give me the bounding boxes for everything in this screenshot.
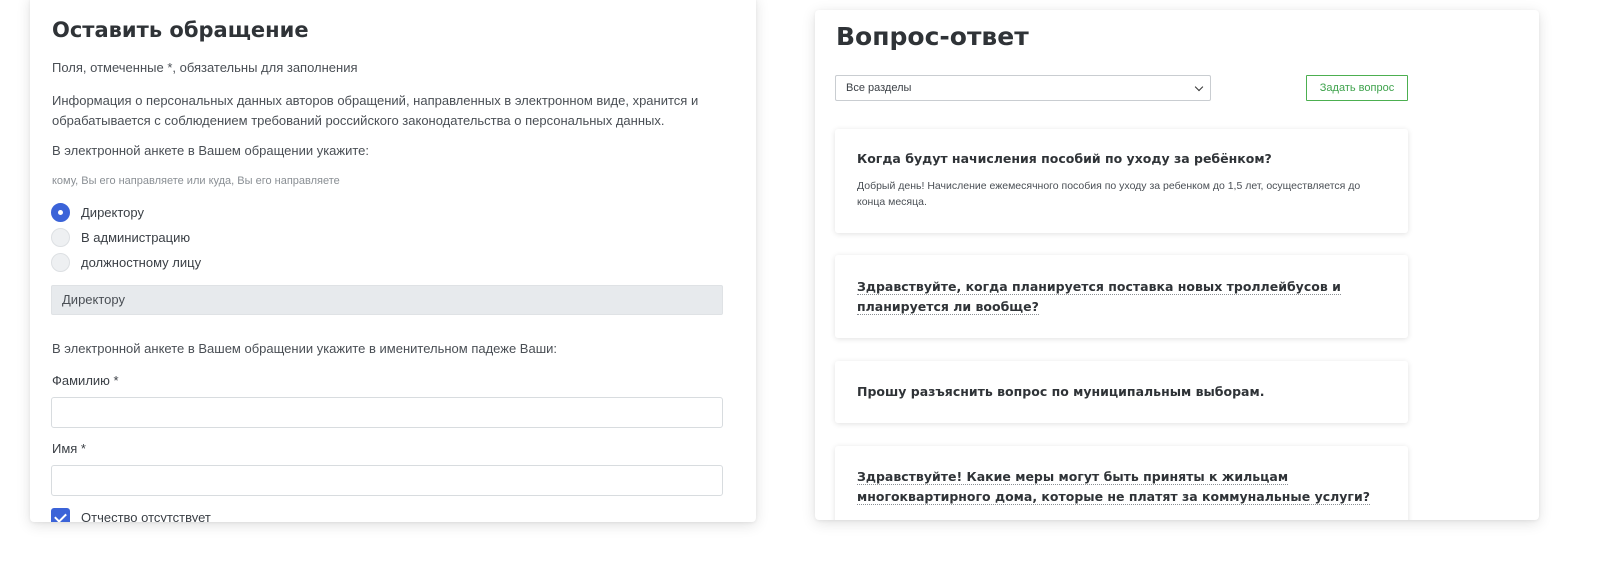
faq-item[interactable]: Прошу разъяснить вопрос по муниципальным…: [835, 361, 1408, 423]
appeal-form-title: Оставить обращение: [52, 18, 309, 42]
chevron-down-icon: [1194, 82, 1204, 92]
section-select-value: Все разделы: [846, 82, 912, 94]
radio-label: должностному лицу: [81, 254, 202, 270]
recipient-option-administration[interactable]: В администрацию: [51, 227, 190, 247]
faq-panel: Вопрос-ответ Все разделы Задать вопрос К…: [815, 10, 1539, 520]
radio-icon[interactable]: [51, 227, 70, 247]
faq-item[interactable]: Когда будут начисления пособий по уходу …: [835, 129, 1408, 233]
privacy-note: Информация о персональных данных авторов…: [52, 93, 699, 128]
ask-question-button[interactable]: Задать вопрос: [1306, 75, 1408, 101]
recipient-hint: кому, Вы его направляете или куда, Вы ег…: [52, 175, 340, 187]
section-select[interactable]: Все разделы: [835, 75, 1211, 101]
recipient-readonly-field: Директору: [51, 285, 723, 315]
surname-input[interactable]: [51, 397, 723, 428]
recipient-option-director[interactable]: Директору: [51, 202, 144, 222]
surname-label: Фамилию *: [52, 373, 119, 388]
radio-label: Директору: [81, 204, 144, 220]
recipient-option-official[interactable]: должностному лицу: [51, 252, 201, 272]
faq-question[interactable]: Здравствуйте! Какие меры могут быть прин…: [857, 467, 1386, 507]
appeal-form-panel: Оставить обращение Поля, отмеченные *, о…: [30, 0, 756, 522]
recipient-intro: В электронной анкете в Вашем обращении у…: [52, 143, 370, 158]
faq-question[interactable]: Прошу разъяснить вопрос по муниципальным…: [857, 382, 1386, 402]
no-patronymic-label: Отчество отсутствует: [81, 510, 211, 522]
faq-answer: Добрый день! Начисление ежемесячного пос…: [857, 180, 1361, 208]
faq-title: Вопрос-ответ: [836, 22, 1029, 51]
radio-selected-icon[interactable]: [51, 202, 70, 222]
faq-question[interactable]: Когда будут начисления пособий по уходу …: [857, 149, 1386, 169]
no-patronymic-checkbox-row[interactable]: Отчество отсутствует: [51, 508, 211, 522]
firstname-label: Имя *: [52, 441, 86, 456]
name-intro: В электронной анкете в Вашем обращении у…: [52, 341, 558, 356]
faq-item[interactable]: Здравствуйте! Какие меры могут быть прин…: [835, 446, 1408, 520]
firstname-input[interactable]: [51, 465, 723, 496]
faq-question[interactable]: Здравствуйте, когда планируется поставка…: [857, 277, 1386, 317]
radio-label: В администрацию: [81, 229, 191, 245]
faq-item[interactable]: Здравствуйте, когда планируется поставка…: [835, 255, 1408, 338]
radio-icon[interactable]: [51, 252, 70, 272]
required-note: Поля, отмеченные *, обязательны для запо…: [52, 60, 358, 75]
checkbox-checked-icon[interactable]: [51, 508, 70, 522]
faq-question-text[interactable]: Здравствуйте! Какие меры могут быть прин…: [857, 469, 1370, 505]
faq-question-text[interactable]: Здравствуйте, когда планируется поставка…: [857, 279, 1341, 315]
